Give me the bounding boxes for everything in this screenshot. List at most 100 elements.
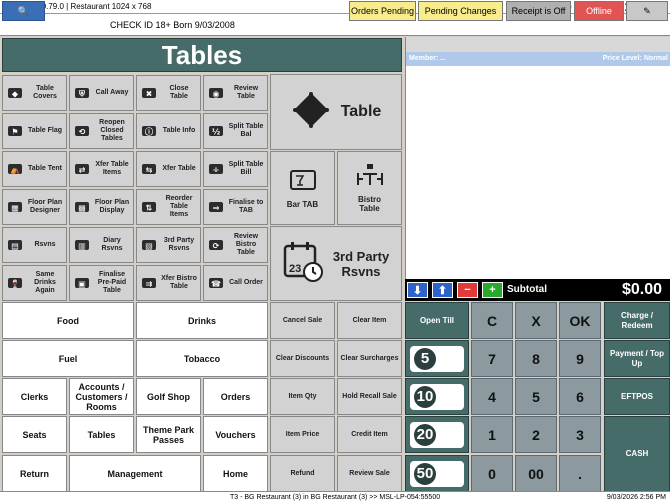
table-fn-button[interactable]: ☎ Call Order xyxy=(203,265,268,301)
open-till-button[interactable]: Open Till xyxy=(405,302,469,339)
table-button[interactable]: Table xyxy=(270,74,402,150)
keypad-key[interactable]: 5 xyxy=(515,378,557,415)
keypad-key[interactable]: 8 xyxy=(515,340,557,377)
offline-button[interactable]: Offline xyxy=(574,1,624,21)
category-button[interactable]: Clerks xyxy=(2,378,67,415)
member-label: Member: ... xyxy=(409,55,446,62)
category-button[interactable]: Golf Shop xyxy=(136,378,201,415)
table-fn-button[interactable]: ½ Split Table Bal xyxy=(203,113,268,149)
keypad-key[interactable]: 0 xyxy=(471,455,513,492)
payment-topup-button[interactable]: Payment / Top Up xyxy=(604,340,670,377)
sale-action-button[interactable]: Cancel Sale xyxy=(270,302,335,339)
third-party-rsvns-button[interactable]: 23 3rd Party Rsvns xyxy=(270,226,402,301)
table-fn-button[interactable]: ⇄ Xfer Table Items xyxy=(69,151,134,187)
category-button[interactable]: Return xyxy=(2,455,67,492)
scroll-up-button[interactable]: ⬆ xyxy=(432,282,453,298)
table-fn-button[interactable]: ▩ Floor Plan Display xyxy=(69,189,134,225)
third-party-rsvns-label: 3rd Party Rsvns xyxy=(332,248,390,279)
category-button[interactable]: Theme Park Passes xyxy=(136,416,201,453)
scroll-down-button[interactable]: ⬇ xyxy=(407,282,428,298)
eraser-button[interactable]: ✎ xyxy=(626,1,668,21)
category-button[interactable]: Vouchers xyxy=(203,416,268,453)
category-button[interactable]: Orders xyxy=(203,378,268,415)
svg-text:⛺: ⛺ xyxy=(10,166,20,175)
receipt-toggle-button[interactable]: Receipt is Off xyxy=(506,1,571,21)
sale-action-button[interactable]: Clear Item xyxy=(337,302,402,339)
keypad-key[interactable]: 2 xyxy=(515,416,557,453)
table-fn-button[interactable]: ⛺ Table Tent xyxy=(2,151,67,187)
table-fn-button[interactable]: ▦ Floor Plan Designer xyxy=(2,189,67,225)
keypad-key[interactable]: 4 xyxy=(471,378,513,415)
close-table-icon: ✖ xyxy=(140,84,158,102)
table-fn-button[interactable]: ⇅ Reorder Table Items xyxy=(136,189,201,225)
svg-text:⛨: ⛨ xyxy=(78,90,86,99)
sale-action-button[interactable]: Item Qty xyxy=(270,378,335,415)
table-fn-button[interactable]: ⟲ Reopen Closed Tables xyxy=(69,113,134,149)
sale-action-button[interactable]: Credit Item xyxy=(337,416,402,453)
category-button[interactable]: Tables xyxy=(69,416,134,453)
search-button[interactable]: 🔍 xyxy=(2,1,45,21)
category-button[interactable]: Management xyxy=(69,455,201,492)
bar-tab-button[interactable]: Bar TAB xyxy=(270,151,335,225)
keypad-key[interactable]: 00 xyxy=(515,455,557,492)
table-fn-button[interactable]: ◆ Table Covers xyxy=(2,75,67,111)
increase-button[interactable]: + xyxy=(482,282,503,298)
category-button[interactable]: Seats xyxy=(2,416,67,453)
keypad-key[interactable]: X xyxy=(515,302,557,339)
sale-action-button[interactable]: Hold Recall Sale xyxy=(337,378,402,415)
category-button[interactable]: Home xyxy=(203,455,268,492)
keypad-key[interactable]: C xyxy=(471,302,513,339)
table-fn-button[interactable]: ⚑ Table Flag xyxy=(2,113,67,149)
keypad-key[interactable]: 7 xyxy=(471,340,513,377)
orders-pending-button[interactable]: Orders Pending xyxy=(349,1,416,21)
cash-denomination-button[interactable]: 50 xyxy=(405,455,469,492)
table-fn-label: Diary Rsvns xyxy=(101,237,123,252)
category-button[interactable]: Drinks xyxy=(136,302,268,339)
sale-action-button[interactable]: Clear Discounts xyxy=(270,340,335,377)
keypad-key[interactable]: 1 xyxy=(471,416,513,453)
table-fn-label: Call Away xyxy=(95,89,129,96)
table-fn-label: Split Table Bill xyxy=(228,161,264,176)
check-id-notice: CHECK ID 18+ Born 9/03/2008 xyxy=(110,20,235,30)
table-fn-button[interactable]: ▤ Rsvns xyxy=(2,227,67,263)
table-fn-button[interactable]: ⇒ Finalise to TAB xyxy=(203,189,268,225)
cash-button[interactable]: CASH xyxy=(604,416,670,492)
sale-action-button[interactable]: Clear Surcharges xyxy=(337,340,402,377)
table-fn-button[interactable]: ⛨ Call Away xyxy=(69,75,134,111)
decrease-button[interactable]: − xyxy=(457,282,478,298)
category-button[interactable]: Food xyxy=(2,302,134,339)
keypad-key[interactable]: 6 xyxy=(559,378,601,415)
cash-denomination-button[interactable]: 20 xyxy=(405,416,469,453)
sale-action-button[interactable]: Item Price xyxy=(270,416,335,453)
table-fn-button[interactable]: ▣ Finalise Pre-Paid Table xyxy=(69,265,134,301)
category-button[interactable]: Tobacco xyxy=(136,340,268,377)
table-fn-button[interactable]: ⇆ Xfer Table xyxy=(136,151,201,187)
table-fn-button[interactable]: ⇉ Xfer Bistro Table xyxy=(136,265,201,301)
sale-action-button[interactable]: Review Sale xyxy=(337,455,402,492)
cash-denomination-button[interactable]: 5 xyxy=(405,340,469,377)
keypad-key[interactable]: 3 xyxy=(559,416,601,453)
table-fn-button[interactable]: ⓘ Table Info xyxy=(136,113,201,149)
svg-text:◆: ◆ xyxy=(12,90,19,99)
table-fn-button[interactable]: 🍷 Same Drinks Again xyxy=(2,265,67,301)
category-button[interactable]: Fuel xyxy=(2,340,134,377)
sale-action-button[interactable]: Refund xyxy=(270,455,335,492)
keypad-key[interactable]: . xyxy=(559,455,601,492)
charge-redeem-button[interactable]: Charge / Redeem xyxy=(604,302,670,339)
table-fn-label: Review Bistro Table xyxy=(233,233,259,256)
table-fn-button[interactable]: ✖ Close Table xyxy=(136,75,201,111)
table-fn-button[interactable]: ▥ Diary Rsvns xyxy=(69,227,134,263)
bistro-table-button[interactable]: Bistro Table xyxy=(337,151,402,225)
pending-changes-button[interactable]: Pending Changes xyxy=(418,1,503,21)
table-fn-button[interactable]: ◉ Review Table xyxy=(203,75,268,111)
svg-text:÷: ÷ xyxy=(213,166,220,175)
cash-denomination-button[interactable]: 10 xyxy=(405,378,469,415)
keypad-key[interactable]: 9 xyxy=(559,340,601,377)
table-fn-button[interactable]: ÷ Split Table Bill xyxy=(203,151,268,187)
keypad-key[interactable]: OK xyxy=(559,302,601,339)
bistro-table-label: Bistro Table xyxy=(357,195,382,213)
eftpos-button[interactable]: EFTPOS xyxy=(604,378,670,415)
table-fn-button[interactable]: ⟳ Review Bistro Table xyxy=(203,227,268,263)
table-fn-button[interactable]: ▧ 3rd Party Rsvns xyxy=(136,227,201,263)
category-button[interactable]: Accounts / Customers / Rooms xyxy=(69,378,134,415)
